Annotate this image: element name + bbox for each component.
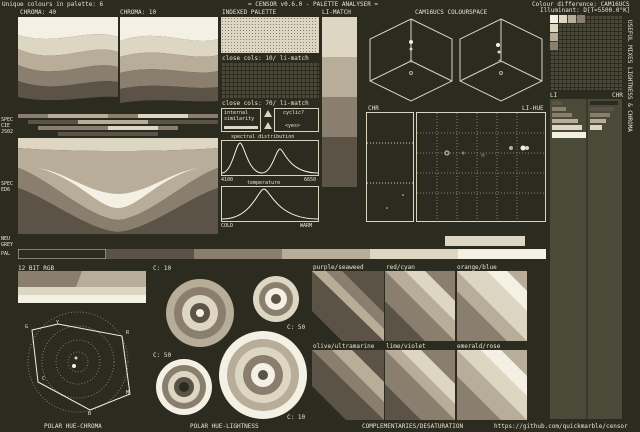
indexed-palette-swatch	[221, 17, 319, 53]
spectral-min-label: 4100	[221, 177, 234, 183]
purple-seaweed-label: purple/seaweed	[313, 264, 364, 271]
polar-y-label: Y	[56, 320, 60, 326]
chroma-40-label: CHROMA: 40	[20, 9, 57, 16]
close-cols-1-label: close cols: 10/ li-match	[222, 55, 309, 62]
chr-panel	[366, 112, 414, 222]
12-bit-rgb-panel	[18, 271, 146, 303]
red-cyan-label: red/cyan	[386, 264, 415, 271]
temp-warm-label: WARM	[300, 223, 313, 229]
similarity-bar	[224, 126, 258, 129]
c10a-label: C: 10	[153, 265, 172, 272]
cyclic-arrows	[263, 108, 273, 132]
ed6-label: ED6	[1, 187, 11, 193]
cam16ucs-label: CAM16UCS COLOURSPACE	[415, 9, 488, 16]
palette-grid-1	[221, 62, 319, 98]
internal-similarity-label: internal similarity	[224, 110, 255, 122]
complementaries-label: COMPLEMENTARIES/DESATURATION	[362, 423, 464, 430]
li-match-panel	[322, 17, 357, 235]
polar-hue-lightness-label: POLAR HUE-LIGHTNESS	[190, 423, 259, 430]
pal-label: PAL	[1, 251, 11, 257]
palette-bar	[18, 249, 546, 259]
cam16ucs-hexagon-1	[366, 17, 456, 103]
chroma-10-panel	[120, 17, 218, 111]
chr-label: CHR	[368, 105, 379, 112]
c10b-label: C: 10	[287, 414, 306, 421]
complementary-red-cyan	[385, 271, 455, 341]
cyclic-value: <yes>	[285, 123, 301, 129]
complementary-lime-violet	[385, 350, 455, 420]
right-vertical-label: USEFUL MIXES LIGHTNESS & CHROMA	[626, 20, 633, 132]
useful-mixes-grid	[550, 15, 622, 90]
cyclic-box: cyclic? <yes>	[274, 108, 319, 132]
polar-hue-chroma-panel: G Y R C B M	[18, 310, 146, 420]
emerald-rose-label: emerald/rose	[457, 343, 501, 350]
li-hue-label: LI-HUE	[522, 105, 544, 112]
polar-b-label: B	[88, 411, 92, 417]
grey-label: GREY	[1, 242, 14, 248]
complementary-orange-blue	[457, 271, 527, 341]
spectral-ed-panel	[18, 138, 218, 234]
temp-cold-label: COLD	[221, 223, 234, 229]
illuminant-label: Illuminant: D[T=5500.0°K]	[540, 7, 631, 14]
li-hue-panel	[416, 112, 546, 222]
neutral-grey-bar	[445, 236, 525, 246]
lightness-chroma-bars	[550, 99, 622, 419]
polar-g-label: G	[25, 324, 29, 330]
complementary-emerald-rose	[457, 350, 527, 420]
chroma-10-label: CHROMA: 10	[120, 9, 157, 16]
chroma-40-panel	[18, 17, 118, 111]
rings-c50b	[155, 358, 213, 416]
complementary-purple-seaweed	[312, 271, 384, 341]
github-link[interactable]: https://github.com/quickmarble/censor	[494, 423, 628, 430]
indexed-palette-label: INDEXED PALETTE	[222, 9, 277, 16]
chr-right-label: CHR	[612, 92, 623, 99]
spectrum-strips	[18, 114, 218, 136]
temperature-graph	[221, 186, 319, 222]
li-match-label: LI-MATCH	[322, 9, 351, 16]
polar-hue-chroma-label: POLAR HUE-CHROMA	[44, 423, 102, 430]
lime-violet-label: lime/violet	[386, 343, 426, 350]
li-right-label: LI	[550, 92, 558, 99]
internal-similarity-box: internal similarity	[221, 108, 261, 132]
cam16ucs-hexagon-2	[456, 17, 546, 103]
rings-c50a	[252, 275, 300, 323]
spectral-distribution-graph	[221, 140, 319, 176]
close-cols-2-label: close cols: 70/ li-match	[222, 100, 309, 107]
orange-blue-label: orange/blue	[457, 264, 497, 271]
complementary-olive-ultramarine	[312, 350, 384, 420]
polar-c-label: C	[42, 376, 46, 382]
app-title: = CENSOR v0.6.0 - PALETTE ANALYSER =	[248, 1, 379, 8]
polar-m-label: M	[126, 390, 130, 396]
unique-colours-label: Unique colours in palette: 6	[2, 1, 104, 8]
js02-label: JS02	[1, 129, 14, 135]
olive-ultramarine-label: olive/ultramarine	[313, 343, 375, 350]
rings-c10b	[218, 330, 308, 420]
cyclic-label: cyclic?	[283, 110, 305, 116]
spectral-max-label: 6650	[304, 177, 317, 183]
polar-r-label: R	[126, 330, 130, 336]
